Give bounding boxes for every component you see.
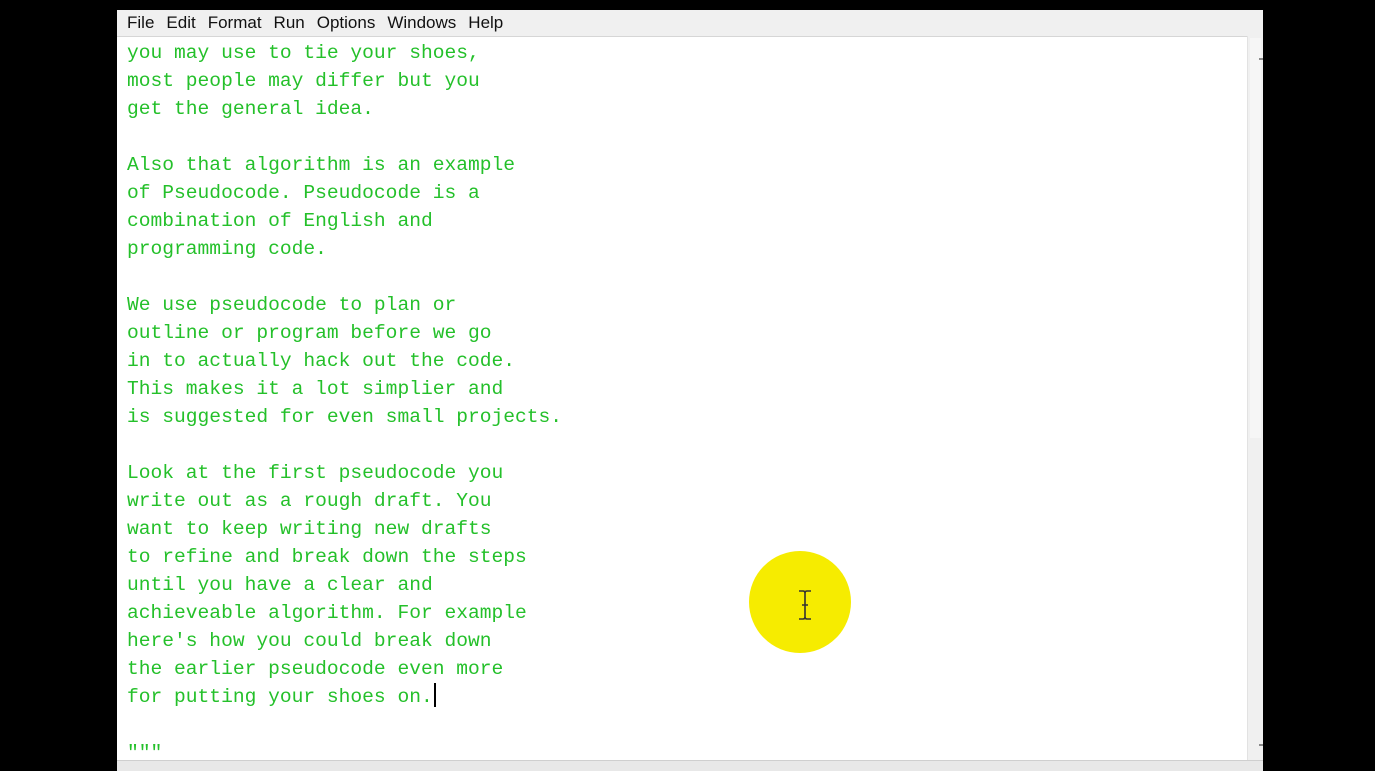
menu-help[interactable]: Help: [462, 12, 509, 34]
menu-edit[interactable]: Edit: [160, 12, 201, 34]
code-line[interactable]: [127, 711, 562, 739]
code-line[interactable]: most people may differ but you: [127, 67, 562, 95]
menu-run[interactable]: Run: [268, 12, 311, 34]
code-line[interactable]: outline or program before we go: [127, 319, 562, 347]
code-line[interactable]: programming code.: [127, 235, 562, 263]
code-line[interactable]: you may use to tie your shoes,: [127, 39, 562, 67]
menu-options[interactable]: Options: [311, 12, 382, 34]
code-line[interactable]: get the general idea.: [127, 95, 562, 123]
code-text[interactable]: you may use to tie your shoes, most peopl…: [127, 39, 562, 767]
menubar: File Edit Format Run Options Windows Hel…: [117, 10, 1263, 36]
text-editor[interactable]: you may use to tie your shoes, most peopl…: [117, 36, 1248, 764]
code-line[interactable]: We use pseudocode to plan or: [127, 291, 562, 319]
code-line[interactable]: [127, 263, 562, 291]
screen: File Edit Format Run Options Windows Hel…: [0, 0, 1375, 771]
code-line[interactable]: Look at the first pseudocode you: [127, 459, 562, 487]
text-cursor-icon: [799, 590, 811, 620]
code-line[interactable]: for putting your shoes on.: [127, 683, 562, 711]
code-line[interactable]: achieveable algorithm. For example: [127, 599, 562, 627]
code-line[interactable]: is suggested for even small projects.: [127, 403, 562, 431]
code-line[interactable]: combination of English and: [127, 207, 562, 235]
text-caret: [433, 683, 436, 707]
editor-window: File Edit Format Run Options Windows Hel…: [117, 10, 1263, 771]
code-line[interactable]: Also that algorithm is an example: [127, 151, 562, 179]
code-line[interactable]: This makes it a lot simplier and: [127, 375, 562, 403]
menu-windows[interactable]: Windows: [381, 12, 462, 34]
code-line[interactable]: the earlier pseudocode even more: [127, 655, 562, 683]
vertical-scrollbar[interactable]: [1247, 36, 1263, 761]
code-line[interactable]: [127, 123, 562, 151]
code-line[interactable]: of Pseudocode. Pseudocode is a: [127, 179, 562, 207]
code-line[interactable]: until you have a clear and: [127, 571, 562, 599]
code-line[interactable]: want to keep writing new drafts: [127, 515, 562, 543]
code-line[interactable]: in to actually hack out the code.: [127, 347, 562, 375]
scroll-up-mark: [1259, 58, 1263, 60]
code-line[interactable]: to refine and break down the steps: [127, 543, 562, 571]
menu-format[interactable]: Format: [202, 12, 268, 34]
code-line[interactable]: write out as a rough draft. You: [127, 487, 562, 515]
horizontal-scrollbar[interactable]: [117, 760, 1263, 771]
code-line[interactable]: here's how you could break down: [127, 627, 562, 655]
menu-file[interactable]: File: [117, 12, 160, 34]
scroll-down-mark: [1259, 744, 1263, 746]
scrollbar-thumb[interactable]: [1250, 38, 1261, 438]
code-line[interactable]: [127, 431, 562, 459]
